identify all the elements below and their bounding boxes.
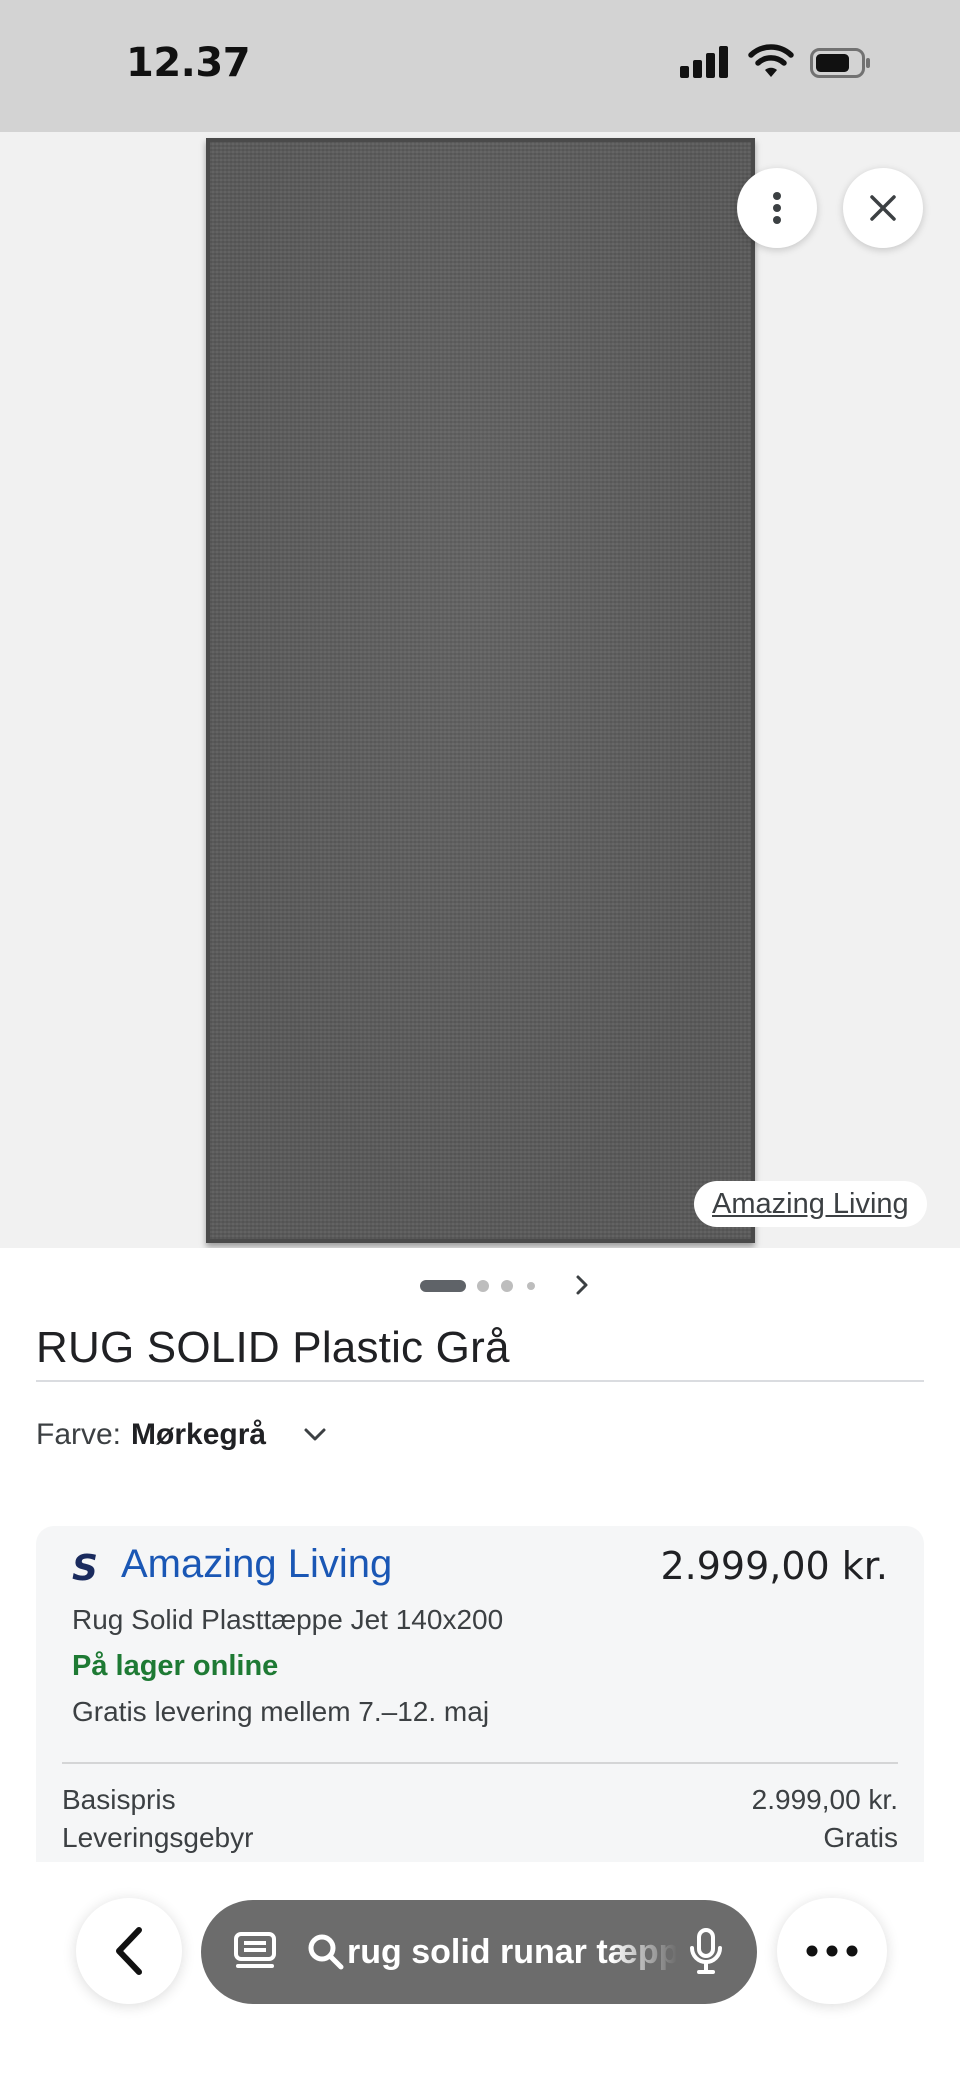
base-price-value: 2.999,00 kr. bbox=[751, 1784, 898, 1815]
search-icon bbox=[308, 1934, 344, 1970]
offer-product-name: Rug Solid Plasttæppe Jet 140x200 bbox=[72, 1604, 504, 1635]
product-title: RUG SOLID Plastic Grå bbox=[36, 1323, 510, 1372]
divider bbox=[62, 1762, 898, 1764]
shipping-fee-value: Gratis bbox=[823, 1822, 898, 1853]
product-image-viewer[interactable]: Amazing Living bbox=[0, 132, 960, 1248]
color-value[interactable]: Mørkegrå bbox=[131, 1418, 266, 1451]
base-price-label: Basispris bbox=[62, 1784, 176, 1815]
image-source-link[interactable]: Amazing Living bbox=[694, 1181, 927, 1227]
seller-logo: S bbox=[72, 1548, 98, 1589]
status-icons bbox=[680, 44, 876, 84]
back-button[interactable] bbox=[76, 1898, 182, 2004]
browser-toolbar: rug solid runar tæppe bbox=[0, 1862, 960, 2081]
more-horiz-icon bbox=[806, 1945, 858, 1957]
pager-dot[interactable] bbox=[527, 1282, 535, 1290]
offer-card[interactable]: S Amazing Living 2.999,00 kr. Rug Solid … bbox=[36, 1526, 924, 1862]
close-icon bbox=[870, 195, 896, 221]
battery-icon bbox=[810, 48, 870, 78]
delivery-info: Gratis levering mellem 7.–12. maj bbox=[72, 1696, 490, 1727]
back-icon bbox=[116, 1927, 142, 1975]
more-menu-button[interactable] bbox=[777, 1898, 887, 2004]
search-query[interactable]: rug solid runar tæppe bbox=[347, 1930, 677, 1974]
pager-dot[interactable] bbox=[501, 1280, 513, 1292]
more-vert-icon bbox=[773, 192, 781, 224]
mic-icon[interactable] bbox=[687, 1928, 725, 1976]
status-bar: 12.37 bbox=[0, 0, 960, 132]
pager-dot-active[interactable] bbox=[420, 1280, 466, 1292]
tabs-icon[interactable] bbox=[233, 1930, 277, 1974]
more-options-button[interactable] bbox=[737, 168, 817, 248]
color-label: Farve: bbox=[36, 1418, 122, 1451]
chevron-right-icon[interactable] bbox=[570, 1273, 594, 1297]
close-button[interactable] bbox=[843, 168, 923, 248]
divider bbox=[36, 1380, 924, 1382]
wifi-icon bbox=[748, 44, 794, 77]
cellular-signal-icon bbox=[680, 44, 732, 80]
image-pager[interactable] bbox=[420, 1273, 600, 1297]
color-selector[interactable]: Farve: Mørkegrå bbox=[36, 1418, 326, 1458]
chevron-down-icon[interactable] bbox=[300, 1420, 330, 1450]
pager-dot[interactable] bbox=[477, 1280, 489, 1292]
offer-price: 2.999,00 kr. bbox=[660, 1544, 888, 1588]
seller-link[interactable]: Amazing Living bbox=[121, 1542, 392, 1587]
status-time: 12.37 bbox=[126, 40, 251, 86]
stock-status: På lager online bbox=[72, 1650, 279, 1682]
product-image[interactable] bbox=[206, 138, 755, 1243]
address-search-bar[interactable]: rug solid runar tæppe bbox=[201, 1900, 757, 2004]
shipping-fee-label: Leveringsgebyr bbox=[62, 1822, 254, 1853]
